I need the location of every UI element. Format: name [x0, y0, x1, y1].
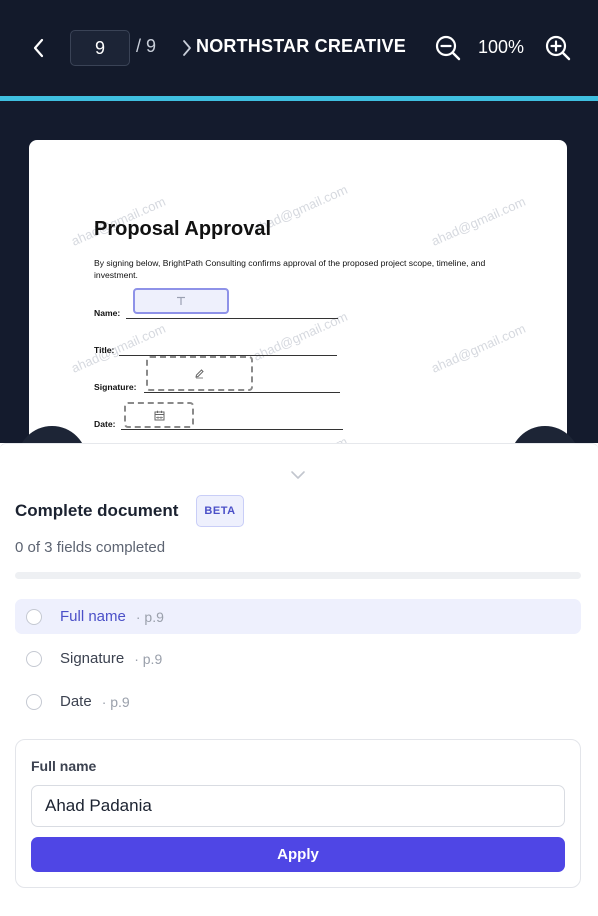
field-name: Date: [60, 693, 92, 710]
page-number-input[interactable]: 9: [70, 30, 130, 66]
pdf-body-text: By signing below, BrightPath Consulting …: [94, 258, 486, 280]
watermark: ahad@gmail.com: [251, 434, 350, 443]
zoom-in-button[interactable]: [544, 34, 572, 62]
text-icon: [177, 296, 185, 305]
field-item-signature[interactable]: Signature · p.9: [15, 641, 581, 676]
watermark: ahad@gmail.com: [429, 320, 528, 376]
field-name: Full name: [60, 608, 126, 625]
panel-title: Complete document: [15, 501, 179, 520]
zoom-out-button[interactable]: [434, 34, 462, 62]
field-name: Signature: [60, 650, 125, 667]
title-label: Title:: [94, 345, 115, 355]
field-page: · p.9: [134, 650, 163, 667]
next-page-button[interactable]: [182, 36, 196, 60]
document-viewer: ahad@gmail.com ahad@gmail.com ahad@gmail…: [0, 101, 598, 443]
complete-document-panel: Complete document BETA 0 of 3 fields com…: [0, 443, 598, 916]
chevron-left-icon: [33, 38, 44, 58]
progress-bar: [15, 572, 581, 579]
page-total: / 9: [136, 36, 157, 56]
field-page: · p.9: [135, 608, 164, 625]
field-item-date[interactable]: Date · p.9: [15, 684, 581, 719]
full-name-field[interactable]: [133, 288, 229, 314]
field-form-card: Full name Apply: [15, 739, 581, 888]
full-name-input[interactable]: [31, 785, 565, 827]
name-label: Name:: [94, 308, 121, 318]
form-field-label: Full name: [31, 758, 97, 774]
signature-label: Signature:: [94, 382, 137, 392]
watermark: ahad@gmail.com: [429, 193, 528, 249]
name-line: [126, 318, 338, 319]
field-status-radio: [26, 650, 42, 667]
back-button[interactable]: [26, 34, 50, 62]
beta-badge: BETA: [196, 495, 244, 527]
signature-line: [144, 392, 340, 393]
apply-button[interactable]: Apply: [31, 837, 565, 872]
chevron-down-icon: [291, 471, 305, 479]
zoom-in-icon: [545, 35, 571, 61]
field-status-radio: [26, 608, 42, 625]
pdf-page: ahad@gmail.com ahad@gmail.com ahad@gmail…: [29, 140, 567, 443]
calendar-icon: [154, 410, 164, 420]
pen-icon: [195, 369, 204, 379]
date-field[interactable]: [124, 402, 194, 428]
chevron-right-icon: [183, 40, 191, 56]
field-item-full-name[interactable]: Full name · p.9: [15, 599, 581, 634]
field-status-radio: [26, 693, 42, 710]
zoom-out-icon: [435, 35, 461, 61]
zoom-level: 100%: [478, 37, 525, 57]
date-line: [121, 429, 343, 430]
field-page: · p.9: [101, 693, 130, 710]
date-label: Date:: [94, 419, 116, 429]
document-title: NORTHSTAR CREATIVE: [196, 36, 406, 56]
viewer-toolbar: 9 / 9 NORTHSTAR CREATIVE 100%: [0, 0, 598, 96]
progress-text: 0 of 3 fields completed: [15, 539, 166, 556]
pdf-title: Proposal Approval: [94, 218, 272, 240]
collapse-panel-button[interactable]: [289, 468, 307, 480]
signature-field[interactable]: [146, 356, 253, 391]
